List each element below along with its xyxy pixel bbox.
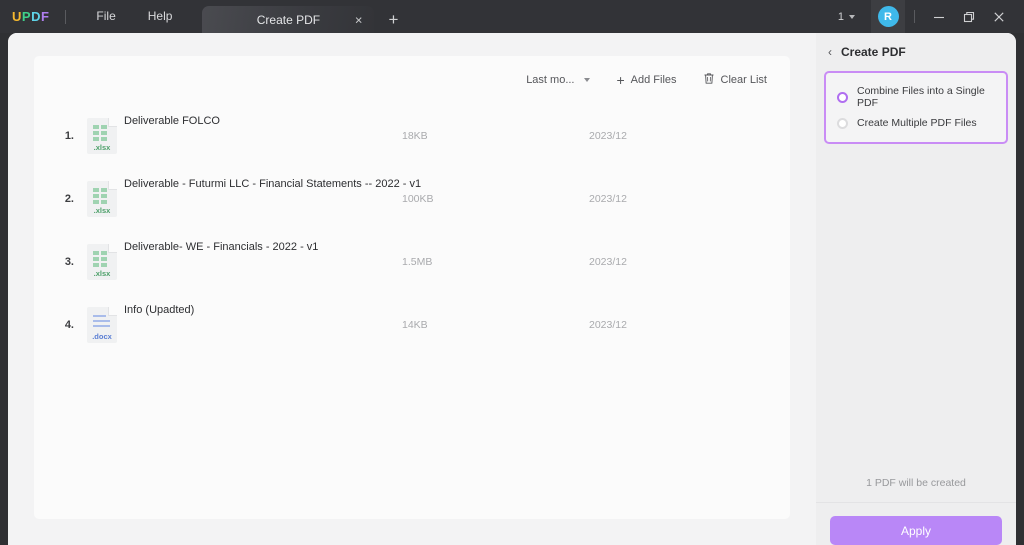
file-date: 2023/12 (589, 192, 627, 205)
new-tab-icon[interactable]: + (388, 11, 398, 28)
content-shell: Last mo... + Add Files Clear List 1. .xl… (8, 33, 1016, 545)
clear-list-label: Clear List (720, 74, 767, 86)
plus-icon: + (616, 72, 625, 88)
file-name: Info (Upadted) (124, 304, 195, 316)
file-name: Deliverable - Futurmi LLC - Financial St… (124, 178, 422, 190)
file-rows: 1. .xlsx Deliverable FOLCO 18KB 2023/12 (34, 104, 790, 356)
page-count-value: 1 (837, 10, 844, 23)
window-controls-group: 1 R (832, 0, 1024, 33)
row-file-icon: .xlsx (80, 117, 124, 154)
file-name: Deliverable- WE - Financials - 2022 - v1 (124, 241, 319, 253)
logo-letter-d: D (31, 9, 41, 24)
table-row[interactable]: 1. .xlsx Deliverable FOLCO 18KB 2023/12 (34, 104, 790, 167)
table-row[interactable]: 4. .docx Info (Upadted) 14KB 2023/12 (34, 293, 790, 356)
spreadsheet-grid-icon (93, 250, 107, 267)
chevron-down-icon (849, 14, 855, 19)
row-index: 3. (64, 255, 74, 268)
file-size: 14KB (402, 318, 428, 331)
xlsx-file-icon: .xlsx (87, 243, 117, 280)
pdf-mode-options: Combine Files into a Single PDF Create M… (824, 71, 1008, 144)
create-pdf-panel: ‹ Create PDF Combine Files into a Single… (816, 33, 1016, 545)
table-row[interactable]: 3. .xlsx Deliverable- WE - Financials - … (34, 230, 790, 293)
menu-file[interactable]: File (80, 0, 131, 33)
file-extension-label: .docx (92, 331, 112, 341)
xlsx-file-icon: .xlsx (87, 117, 117, 154)
table-row[interactable]: 2. .xlsx Deliverable - Futurmi LLC - Fin… (34, 167, 790, 230)
account-button[interactable]: R (871, 0, 905, 33)
row-index: 2. (64, 192, 74, 205)
add-files-button[interactable]: + Add Files (603, 67, 689, 93)
logo-letter-u: U (12, 9, 22, 24)
title-bar: U P D F File Help Create PDF × + 1 R (0, 0, 1024, 33)
document-lines-icon (93, 314, 110, 327)
updf-window: U P D F File Help Create PDF × + 1 R Las… (0, 0, 1024, 545)
status-text: 1 PDF will be created (866, 477, 966, 489)
tab-strip: Create PDF × + (202, 0, 398, 33)
file-date: 2023/12 (589, 318, 627, 331)
row-file-icon: .xlsx (80, 180, 124, 217)
file-extension-label: .xlsx (93, 205, 111, 215)
panel-title: Create PDF (841, 44, 906, 59)
main-region: Last mo... + Add Files Clear List 1. .xl… (8, 33, 816, 545)
back-chevron-icon[interactable]: ‹ (828, 46, 832, 58)
trash-icon (703, 72, 715, 88)
xlsx-file-icon: .xlsx (87, 180, 117, 217)
spreadsheet-grid-icon (93, 124, 107, 141)
controls-divider (914, 10, 915, 23)
logo-letter-f: F (40, 9, 50, 24)
file-name: Deliverable FOLCO (124, 115, 220, 127)
file-extension-label: .xlsx (93, 142, 111, 152)
docx-file-icon: .docx (87, 306, 117, 343)
avatar: R (877, 6, 899, 27)
file-extension-label: .xlsx (93, 268, 111, 278)
file-size: 18KB (402, 129, 428, 142)
panel-footer: Apply (816, 502, 1016, 545)
file-date: 2023/12 (589, 129, 627, 142)
add-files-label: Add Files (630, 74, 677, 86)
file-size: 100KB (402, 192, 434, 205)
option-combine-single-pdf[interactable]: Combine Files into a Single PDF (826, 81, 1006, 113)
menu-help[interactable]: Help (132, 0, 189, 33)
row-index: 1. (64, 129, 74, 142)
updf-logo: U P D F (12, 9, 49, 24)
panel-spacer (816, 144, 1016, 477)
file-list-panel: Last mo... + Add Files Clear List 1. .xl… (34, 56, 790, 519)
panel-header: ‹ Create PDF (816, 38, 1016, 65)
tab-close-icon[interactable]: × (355, 13, 363, 26)
logo-letter-p: P (21, 9, 32, 24)
radio-selected-icon[interactable] (837, 91, 848, 103)
option-create-multiple-pdfs[interactable]: Create Multiple PDF Files (826, 113, 1006, 133)
spreadsheet-grid-icon (93, 187, 107, 204)
option-label: Combine Files into a Single PDF (857, 85, 985, 109)
file-size: 1.5MB (402, 255, 433, 268)
row-file-icon: .docx (80, 306, 124, 343)
row-index: 4. (64, 318, 74, 331)
chevron-down-icon (584, 78, 591, 82)
maximize-button[interactable] (954, 0, 984, 33)
sort-label: Last mo... (526, 74, 575, 86)
apply-button[interactable]: Apply (830, 516, 1002, 545)
option-label: Create Multiple PDF Files (857, 117, 977, 129)
minimize-button[interactable] (924, 0, 954, 33)
file-list-toolbar: Last mo... + Add Files Clear List (513, 56, 780, 104)
radio-unselected-icon[interactable] (837, 117, 848, 129)
page-count-dropdown[interactable]: 1 (832, 11, 861, 23)
tab-create-pdf[interactable]: Create PDF × (202, 6, 375, 33)
tab-label: Create PDF (256, 12, 321, 27)
clear-list-button[interactable]: Clear List (690, 67, 780, 93)
close-button[interactable] (984, 0, 1014, 33)
logo-divider (65, 9, 67, 24)
file-date: 2023/12 (589, 255, 627, 268)
row-file-icon: .xlsx (80, 243, 124, 280)
sort-dropdown[interactable]: Last mo... (513, 67, 603, 93)
